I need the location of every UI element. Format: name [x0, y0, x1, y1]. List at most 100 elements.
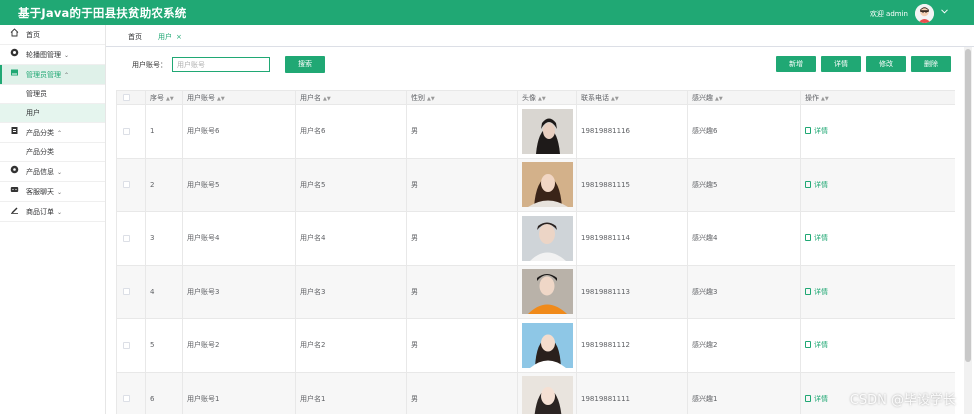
cell-username: 用户名4: [295, 211, 407, 266]
scrollbar-thumb[interactable]: [965, 49, 971, 362]
cell-username: 用户名1: [295, 371, 407, 414]
row-detail-link[interactable]: 详情: [805, 287, 828, 296]
avatar-image: [522, 322, 573, 368]
tab-user[interactable]: 用户 ×: [158, 32, 182, 42]
sort-icon[interactable]: ▲▼: [217, 96, 225, 102]
sidebar-subitem-admin[interactable]: 管理员: [0, 85, 105, 104]
table-row: 6 用户账号1 用户名1 男 19819881111 感兴趣1 详情: [116, 371, 955, 414]
row-detail-link[interactable]: 详情: [805, 127, 828, 135]
sidebar-item-order[interactable]: 商品订单 ⌄: [0, 202, 105, 222]
tab-home[interactable]: 首页: [128, 32, 142, 42]
edit-icon: [805, 287, 811, 295]
cell-account: 用户账号6: [182, 104, 296, 159]
column-header[interactable]: 联系电话 ▲▼: [576, 90, 688, 105]
chevron-up-icon: ⌃: [57, 130, 63, 137]
chevron-down-icon[interactable]: [941, 8, 948, 16]
avatar-image: [522, 162, 573, 208]
cell-username: 用户名5: [295, 157, 407, 212]
sidebar-subitem-user[interactable]: 用户: [0, 104, 105, 123]
column-header[interactable]: 用户名 ▲▼: [295, 90, 407, 105]
cell-interest: 感兴趣3: [687, 264, 801, 319]
sidebar-item-admin[interactable]: 管理员管理 ⌃: [0, 65, 105, 85]
row-checkbox[interactable]: [116, 318, 146, 373]
cell-username: 用户名3: [295, 264, 407, 319]
edit-button[interactable]: 修改: [866, 56, 906, 72]
row-detail-link[interactable]: 详情: [805, 180, 828, 189]
search-button[interactable]: 搜索: [285, 56, 325, 73]
avatar-image: [522, 269, 573, 315]
row-detail-link[interactable]: 详情: [805, 341, 828, 349]
select-all-checkbox[interactable]: [116, 90, 146, 105]
row-checkbox[interactable]: [116, 264, 146, 319]
row-detail-link[interactable]: 详情: [805, 394, 828, 403]
add-button[interactable]: 新增: [776, 56, 816, 72]
cell-gender: 男: [406, 318, 518, 373]
cell-phone: 19819881116: [576, 104, 688, 159]
row-detail-link[interactable]: 详情: [805, 234, 828, 242]
column-header[interactable]: 序号 ▲▼: [145, 90, 183, 105]
sidebar-item-label: 产品信息: [26, 168, 54, 176]
cell-interest: 感兴趣6: [687, 104, 801, 159]
app-title: 基于Java的于田县扶贫助农系统: [18, 6, 187, 20]
table-row: 2 用户账号5 用户名5 男 19819881115 感兴趣5 详情: [116, 157, 955, 212]
vertical-scrollbar[interactable]: [964, 47, 972, 414]
table-row: 4 用户账号3 用户名3 男 19819881113 感兴趣3 详情: [116, 264, 955, 319]
cell-account: 用户账号4: [182, 211, 296, 266]
sidebar-item-label: 管理员管理: [26, 71, 61, 79]
sort-icon[interactable]: ▲▼: [427, 96, 435, 102]
delete-button[interactable]: 删除: [911, 56, 951, 72]
cell-phone: 19819881112: [576, 318, 688, 373]
edit-icon: [805, 234, 811, 242]
column-header[interactable]: 操作 ▲▼: [800, 90, 955, 105]
cell-avatar: [517, 104, 577, 159]
cell-actions: 详情: [800, 264, 955, 319]
row-checkbox[interactable]: [116, 157, 146, 212]
cell-avatar: [517, 371, 577, 414]
sidebar-item-category[interactable]: 产品分类 ⌃: [0, 123, 105, 143]
search-label: 用户账号：: [132, 61, 167, 69]
sidebar-item-label: 产品分类: [26, 129, 54, 137]
user-table: 序号 ▲▼ 用户账号 ▲▼ 用户名 ▲▼ 性别 ▲▼ 头像 ▲▼ 联系电话 ▲▼ 感兴趣 ▲▼…: [116, 90, 955, 414]
row-checkbox[interactable]: [116, 104, 146, 159]
sidebar-subitem-category[interactable]: 产品分类: [0, 143, 105, 162]
cell-gender: 男: [406, 211, 518, 266]
sidebar-item-chat[interactable]: 客服聊天 ⌄: [0, 182, 105, 202]
sort-icon[interactable]: ▲▼: [538, 96, 546, 102]
row-checkbox[interactable]: [116, 371, 146, 414]
table-row: 1 用户账号6 用户名6 男 19819881116 感兴趣6 详情: [116, 104, 955, 159]
cell-actions: 详情: [800, 157, 955, 212]
detail-button[interactable]: 详情: [821, 56, 861, 72]
sidebar-item-product[interactable]: 产品信息 ⌄: [0, 162, 105, 182]
table-row: 5 用户账号2 用户名2 男 19819881112 感兴趣2 详情: [116, 318, 955, 373]
welcome-text: 欢迎 admin: [869, 10, 908, 18]
search-input[interactable]: [172, 57, 270, 72]
close-icon[interactable]: ×: [176, 33, 182, 41]
home-icon: [8, 25, 20, 45]
sidebar-item-carousel[interactable]: 轮播图管理 ⌄: [0, 45, 105, 65]
chevron-down-icon: ⌄: [57, 189, 63, 196]
cell-interest: 感兴趣1: [687, 371, 801, 414]
cell-username: 用户名2: [295, 318, 407, 373]
admin-icon: [8, 65, 20, 85]
user-avatar[interactable]: [915, 4, 934, 23]
cell-phone: 19819881111: [576, 371, 688, 414]
column-header[interactable]: 用户账号 ▲▼: [182, 90, 296, 105]
cell-interest: 感兴趣4: [687, 211, 801, 266]
avatar-image: [522, 215, 573, 261]
column-header[interactable]: 感兴趣 ▲▼: [687, 90, 801, 105]
sort-icon[interactable]: ▲▼: [166, 96, 174, 102]
watermark: CSDN @毕设学长: [849, 393, 956, 408]
cell-avatar: [517, 157, 577, 212]
column-header[interactable]: 头像 ▲▼: [517, 90, 577, 105]
cell-avatar: [517, 318, 577, 373]
sort-icon[interactable]: ▲▼: [323, 96, 331, 102]
column-header[interactable]: 性别 ▲▼: [406, 90, 518, 105]
cell-account: 用户账号5: [182, 157, 296, 212]
row-checkbox[interactable]: [116, 211, 146, 266]
tab-label: 用户: [158, 33, 172, 41]
sidebar-item-home[interactable]: 首页: [0, 25, 105, 45]
sort-icon[interactable]: ▲▼: [715, 96, 723, 102]
top-header: 基于Java的于田县扶贫助农系统 欢迎 admin: [0, 0, 974, 25]
sort-icon[interactable]: ▲▼: [611, 96, 619, 102]
sort-icon[interactable]: ▲▼: [821, 96, 829, 102]
